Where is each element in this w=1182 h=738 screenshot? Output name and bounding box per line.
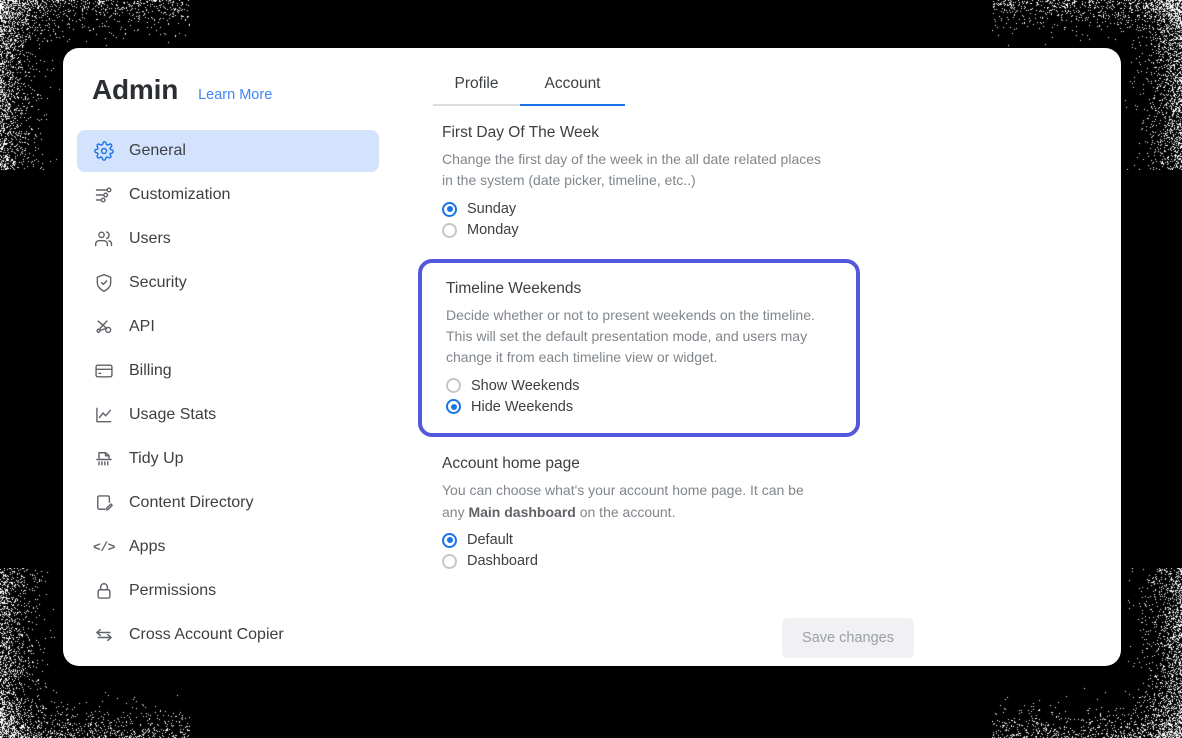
setting-title: Account home page <box>442 455 830 473</box>
radio-label: Hide Weekends <box>471 399 573 415</box>
radio-mark-icon <box>446 399 461 414</box>
page-pencil-icon <box>93 492 115 514</box>
radio-label: Sunday <box>467 201 516 217</box>
radio-option-monday[interactable]: Monday <box>442 220 830 241</box>
sidebar-item-api[interactable]: API <box>77 306 379 348</box>
radio-mark-icon <box>442 554 457 569</box>
description-text-bold: Main dashboard <box>468 504 575 520</box>
radio-group-first-day: Sunday Monday <box>442 199 830 241</box>
tab-account[interactable]: Account <box>520 75 625 106</box>
setting-first-day-of-week: First Day Of The Week Change the first d… <box>442 124 830 241</box>
radio-label: Show Weekends <box>471 378 580 394</box>
settings-list: First Day Of The Week Change the first d… <box>370 124 830 572</box>
sidebar-item-label: Content Directory <box>129 494 254 512</box>
sidebar-item-content-directory[interactable]: Content Directory <box>77 482 379 524</box>
radio-option-default[interactable]: Default <box>442 530 830 551</box>
sidebar-item-label: Users <box>129 230 171 248</box>
sidebar-item-label: Tidy Up <box>129 450 184 468</box>
nodes-icon <box>93 316 115 338</box>
users-icon <box>93 228 115 250</box>
page-title: Admin <box>92 74 178 106</box>
credit-card-icon <box>93 360 115 382</box>
radio-option-dashboard[interactable]: Dashboard <box>442 551 830 572</box>
sidebar-item-label: Permissions <box>129 582 216 600</box>
sidebar-item-security[interactable]: Security <box>77 262 379 304</box>
save-changes-button[interactable]: Save changes <box>782 618 914 658</box>
sidebar-item-general[interactable]: General <box>77 130 379 172</box>
shield-check-icon <box>93 272 115 294</box>
radio-option-hide-weekends[interactable]: Hide Weekends <box>446 396 836 417</box>
setting-description: Change the first day of the week in the … <box>442 149 830 192</box>
radio-group-timeline-weekends: Show Weekends Hide Weekends <box>446 375 836 417</box>
sidebar-item-users[interactable]: Users <box>77 218 379 260</box>
setting-title: Timeline Weekends <box>446 280 836 298</box>
radio-label: Dashboard <box>467 553 538 569</box>
sidebar-item-cross-account-copier[interactable]: Cross Account Copier <box>77 614 379 656</box>
radio-label: Default <box>467 532 513 548</box>
setting-timeline-weekends: Timeline Weekends Decide whether or not … <box>418 259 860 438</box>
sidebar-item-label: Cross Account Copier <box>129 626 284 644</box>
radio-mark-icon <box>442 223 457 238</box>
sidebar-item-label: General <box>129 142 186 160</box>
learn-more-link[interactable]: Learn More <box>198 87 272 103</box>
sidebar-item-label: Customization <box>129 186 230 204</box>
radio-label: Monday <box>467 222 519 238</box>
transfer-arrows-icon <box>93 624 115 646</box>
code-brackets-icon: </> <box>93 536 115 558</box>
sidebar-nav-list: General Customization Users Security API Bill… <box>77 130 379 656</box>
setting-account-home-page: Account home page You can choose what's … <box>442 455 830 572</box>
shredder-icon <box>93 448 115 470</box>
radio-option-sunday[interactable]: Sunday <box>442 199 830 220</box>
gear-icon <box>93 140 115 162</box>
sidebar-item-customization[interactable]: Customization <box>77 174 379 216</box>
sliders-icon <box>93 184 115 206</box>
tab-bar: Profile Account <box>433 75 625 106</box>
sidebar-item-permissions[interactable]: Permissions <box>77 570 379 612</box>
radio-mark-icon <box>446 378 461 393</box>
tab-profile[interactable]: Profile <box>433 75 520 106</box>
brand-row: Admin Learn More <box>77 74 379 106</box>
chart-line-icon <box>93 404 115 426</box>
sidebar-item-label: Billing <box>129 362 172 380</box>
sidebar-item-label: Usage Stats <box>129 406 216 424</box>
sidebar-item-apps[interactable]: </> Apps <box>77 526 379 568</box>
admin-settings-card: Admin Learn More General Customization Use… <box>63 48 1121 666</box>
sidebar-item-usage-stats[interactable]: Usage Stats <box>77 394 379 436</box>
sidebar-item-billing[interactable]: Billing <box>77 350 379 392</box>
lock-icon <box>93 580 115 602</box>
setting-title: First Day Of The Week <box>442 124 830 142</box>
setting-description: You can choose what's your account home … <box>442 480 830 523</box>
radio-group-account-home-page: Default Dashboard <box>442 530 830 572</box>
sidebar-item-label: Apps <box>129 538 165 556</box>
sidebar: Admin Learn More General Customization Use… <box>63 48 393 666</box>
radio-mark-icon <box>442 533 457 548</box>
sidebar-item-tidy-up[interactable]: Tidy Up <box>77 438 379 480</box>
main-content: Profile Account First Day Of The Week Ch… <box>370 48 1121 666</box>
radio-option-show-weekends[interactable]: Show Weekends <box>446 375 836 396</box>
setting-description: Decide whether or not to present weekend… <box>446 305 836 369</box>
description-text-part2: on the account. <box>576 504 676 520</box>
sidebar-item-label: Security <box>129 274 187 292</box>
radio-mark-icon <box>442 202 457 217</box>
sidebar-item-label: API <box>129 318 155 336</box>
